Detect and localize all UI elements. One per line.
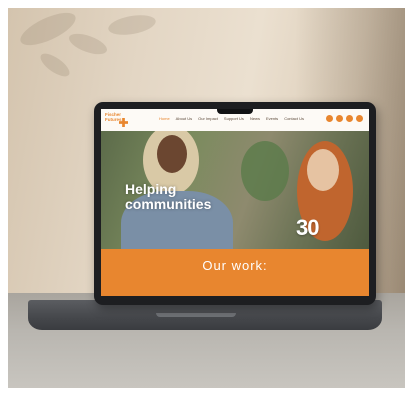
social-icon[interactable] <box>356 115 363 122</box>
nav-item-contact[interactable]: Contact Us <box>284 116 304 121</box>
nav-item-support[interactable]: Support Us <box>224 116 244 121</box>
photo-scene: Fischer Futures Home About Us Our Impact… <box>8 8 405 388</box>
banner-heading: Our work: <box>202 258 268 273</box>
logo-cross-icon <box>119 118 128 127</box>
social-icon[interactable] <box>336 115 343 122</box>
hero-person-right-face <box>307 149 339 191</box>
hero-person-face <box>157 135 187 173</box>
leaf-shadow <box>106 11 158 39</box>
leaf-shadow <box>66 29 110 59</box>
nav-item-impact[interactable]: Our Impact <box>198 116 218 121</box>
leaf-shadow <box>37 49 73 81</box>
social-icon[interactable] <box>346 115 353 122</box>
nav-item-home[interactable]: Home <box>159 116 170 121</box>
laptop-lid: Fischer Futures Home About Us Our Impact… <box>94 102 376 305</box>
leaf-shadow <box>16 8 80 52</box>
hero-foliage <box>241 141 289 201</box>
anniversary-badge: 30 <box>296 215 320 240</box>
webcam-notch <box>217 109 253 114</box>
nav-item-about[interactable]: About Us <box>176 116 192 121</box>
hero-title: Helping communities <box>125 181 212 212</box>
hero-image: Helping communities 30 <box>101 131 369 249</box>
nav-item-news[interactable]: News <box>250 116 260 121</box>
nav-item-events[interactable]: Events <box>266 116 278 121</box>
trackpad-lip <box>156 313 236 317</box>
laptop-screen: Fischer Futures Home About Us Our Impact… <box>101 109 369 296</box>
nav-links: Home About Us Our Impact Support Us News… <box>159 116 304 121</box>
our-work-banner: Our work: <box>101 249 369 296</box>
site-logo[interactable]: Fischer Futures <box>105 111 131 129</box>
social-icon[interactable] <box>326 115 333 122</box>
social-links <box>326 115 363 122</box>
